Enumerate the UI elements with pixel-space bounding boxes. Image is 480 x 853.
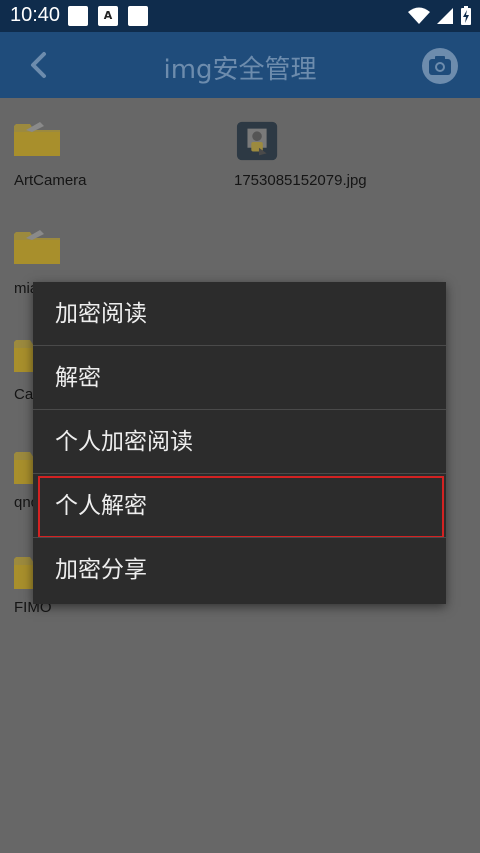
menu-item-encrypted-read[interactable]: 加密阅读 <box>33 282 446 346</box>
file-label: Ca <box>14 386 34 403</box>
encrypted-image-icon <box>236 121 278 161</box>
folder-icon <box>14 122 60 156</box>
status-bar: 10:40 A <box>0 0 480 32</box>
camera-icon <box>422 48 458 84</box>
battery-charging-icon <box>461 6 471 25</box>
folder-icon <box>14 230 60 264</box>
context-menu: 加密阅读 解密 个人加密阅读 个人解密 加密分享 <box>33 282 446 604</box>
menu-item-decrypt[interactable]: 解密 <box>33 346 446 410</box>
wifi-icon <box>408 7 430 24</box>
notification-square-icon <box>128 6 148 26</box>
menu-item-personal-encrypted-read[interactable]: 个人加密阅读 <box>33 410 446 474</box>
file-label: 1753085152079.jpg <box>234 172 367 189</box>
status-time: 10:40 <box>10 4 61 26</box>
status-icons <box>408 6 472 26</box>
camera-button[interactable] <box>420 46 460 86</box>
highlight-box <box>38 476 444 538</box>
signal-icon <box>437 8 453 24</box>
notification-square-icon <box>68 6 88 26</box>
notification-a-icon: A <box>98 6 118 26</box>
menu-item-encrypted-share[interactable]: 加密分享 <box>33 538 446 602</box>
app-bar: img安全管理 <box>0 32 480 98</box>
file-label: ArtCamera <box>14 172 87 189</box>
page-title: img安全管理 <box>163 55 317 85</box>
